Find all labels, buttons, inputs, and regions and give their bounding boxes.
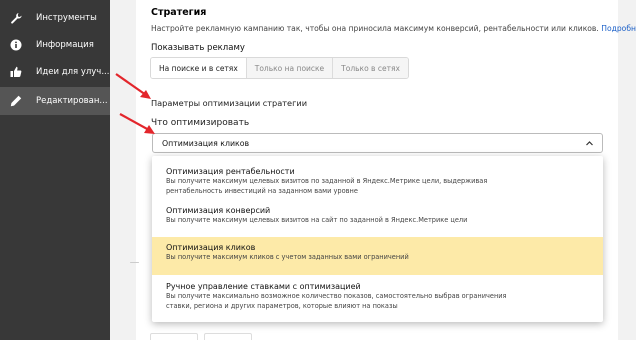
optimization-params-title: Параметры оптимизации стратегии (151, 98, 308, 108)
wrench-icon (10, 12, 22, 24)
placement-switch: На поиске и в сетях Только на поиске Тол… (150, 57, 409, 79)
sidebar-item-info[interactable]: Информация (0, 31, 110, 58)
sidebar-item-label: Идеи для улуч... (36, 66, 110, 77)
option-desc-line: рентабельность инвестиций на заданном ва… (166, 187, 358, 195)
option-title: Оптимизация конверсий (166, 206, 271, 215)
placement-search-and-networks[interactable]: На поиске и в сетях (151, 58, 247, 78)
sidebar-item-label: Инструменты (36, 12, 97, 23)
info-icon (10, 39, 22, 51)
option-title: Ручное управление ставками с оптимизацие… (166, 282, 361, 291)
option-desc-line: ставки, региона и других параметров, кот… (166, 302, 398, 310)
strategy-title: Стратегия (151, 7, 207, 18)
optimization-select-value: Оптимизация кликов (162, 138, 250, 148)
option-roi-optimization[interactable]: Оптимизация рентабельности Вы получите м… (152, 167, 603, 196)
option-desc-line: Вы получите максимум кликов с учетом зад… (166, 253, 409, 261)
what-to-optimize-label: Что оптимизировать (151, 118, 250, 128)
sidebar-item-label: Редактирован... (36, 96, 108, 106)
strategy-description: Настройте рекламную кампанию так, чтобы … (151, 24, 636, 33)
option-desc-line: Вы получите максимально возможное количе… (166, 292, 507, 300)
sidebar-item-tools[interactable]: Инструменты (0, 4, 110, 31)
chevron-up-icon (586, 141, 593, 146)
optimization-dropdown-menu: Оптимизация рентабельности Вы получите м… (152, 156, 603, 322)
option-manual-bids[interactable]: Ручное управление ставками с оптимизацие… (152, 282, 603, 311)
more-link[interactable]: Подробнее (601, 24, 636, 33)
sidebar: Инструменты Информация Идеи для улуч... … (0, 0, 110, 340)
option-title: Оптимизация рентабельности (166, 167, 295, 176)
option-desc-line: Вы получите максимум целевых визитов по … (166, 177, 488, 185)
placement-networks-only[interactable]: Только в сетях (333, 58, 408, 78)
option-clicks-optimization[interactable]: Оптимизация кликов Вы получите максимум … (152, 237, 603, 275)
option-title: Оптимизация кликов (166, 243, 256, 252)
optimization-select[interactable]: Оптимизация кликов (152, 133, 603, 153)
hidden-button[interactable] (150, 333, 198, 340)
thumbs-up-icon (10, 66, 22, 78)
annotation-arrow (119, 113, 155, 134)
show-ads-label: Показывать рекламу (151, 43, 245, 53)
divider (130, 262, 139, 263)
description-text: Настройте рекламную кампанию так, чтобы … (151, 24, 599, 33)
pencil-icon (10, 95, 22, 107)
placement-search-only[interactable]: Только на поиске (246, 58, 334, 78)
option-desc-line: Вы получите максимум целевых визитов на … (166, 216, 468, 224)
sidebar-item-editor[interactable]: Редактирован... (0, 87, 110, 115)
option-conversions-optimization[interactable]: Оптимизация конверсий Вы получите максим… (152, 206, 603, 225)
strategy-panel: Стратегия Настройте рекламную кампанию т… (130, 0, 636, 340)
hidden-button[interactable] (204, 333, 252, 340)
sidebar-item-label: Информация (36, 39, 94, 50)
annotation-arrow (115, 73, 151, 99)
sidebar-item-ideas[interactable]: Идеи для улуч... (0, 58, 110, 85)
